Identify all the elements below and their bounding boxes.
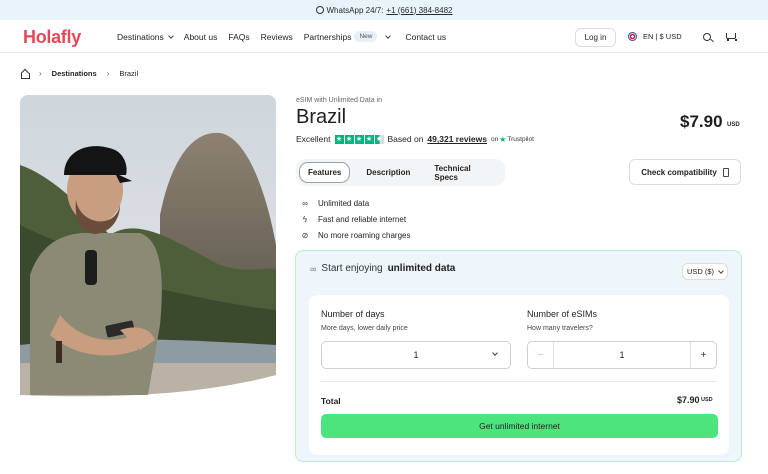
cart-icon[interactable] [725, 32, 737, 41]
chevron-down-icon [167, 32, 174, 39]
esims-quantity-value[interactable]: 1 [554, 342, 690, 368]
star-icon: ★ [354, 134, 364, 144]
search-icon[interactable] [703, 33, 711, 41]
days-select[interactable]: 1 [321, 341, 511, 369]
product-tabs: Features Description Technical Specs [296, 159, 505, 186]
breadcrumb-destinations[interactable]: Destinations [52, 69, 97, 78]
nav-partnerships[interactable]: Partnerships New [303, 31, 392, 42]
purchase-heading: ∞ Start enjoying unlimited data [310, 263, 455, 274]
reviews-link[interactable]: 49,321 reviews [427, 134, 487, 144]
product-hero-image [20, 95, 276, 405]
no-roaming-icon: ⊘ [301, 230, 309, 240]
holafly-logo[interactable]: Holafly [23, 27, 81, 48]
tab-technical-specs[interactable]: Technical Specs [426, 159, 497, 187]
star-icon: ★ [364, 134, 374, 144]
on-label: on [490, 135, 499, 143]
language-currency-label: EN | $ USD [643, 32, 682, 41]
nav-about-us[interactable]: About us [184, 31, 218, 42]
esims-label: Number of eSIMs [527, 309, 598, 319]
whatsapp-label: WhatsApp 24/7: [326, 5, 384, 15]
rating-stars: ★ ★ ★ ★ ★ [334, 134, 384, 144]
heading-strong: unlimited data [387, 263, 456, 274]
infinity-icon: ∞ [302, 198, 308, 208]
nav-reviews[interactable]: Reviews [261, 31, 293, 42]
trustpilot-text: Trustpilot [507, 135, 534, 143]
nav-destinations[interactable]: Destinations [117, 31, 174, 42]
currency-select-value: USD ($) [686, 267, 715, 276]
esims-hint: How many travelers? [527, 325, 593, 332]
announcement-bar: WhatsApp 24/7: +1 (661) 384-8482 [0, 0, 768, 20]
check-compatibility-button[interactable]: Check compatibility [629, 159, 741, 185]
chevron-down-icon [718, 267, 724, 274]
nav-label: Destinations [117, 31, 164, 42]
trustpilot-label: on ★ Trustpilot [491, 135, 534, 144]
tab-description[interactable]: Description [358, 163, 418, 182]
list-item: ⊘ No more roaming charges [300, 227, 411, 243]
half-star-icon: ★ [374, 134, 384, 144]
increment-button[interactable]: + [690, 342, 716, 368]
check-compatibility-label: Check compatibility [641, 167, 717, 177]
nav-label: Reviews [260, 31, 293, 42]
days-label: Number of days [321, 309, 385, 319]
trustpilot-star-icon: ★ [499, 134, 507, 144]
list-item: ϟ Fast and reliable internet [300, 211, 410, 227]
esims-quantity-stepper: − 1 + [527, 341, 717, 369]
based-on-label: Based on [387, 134, 424, 144]
breadcrumb-current: Brazil [119, 69, 139, 78]
star-icon: ★ [334, 134, 344, 144]
nav-label: Contact us [405, 31, 447, 42]
list-item: ∞ Unlimited data [300, 195, 410, 211]
price-currency: USD [727, 122, 740, 128]
phone-icon [722, 167, 729, 177]
bolt-icon: ϟ [302, 214, 308, 224]
page-title: Brazil [296, 106, 347, 128]
language-currency-selector[interactable]: EN | $ USD [628, 32, 682, 41]
nav-faqs[interactable]: FAQs [228, 31, 249, 42]
chevron-right-icon: › [106, 69, 110, 78]
whatsapp-icon [315, 6, 324, 14]
purchase-form: Number of days More days, lower daily pr… [309, 295, 729, 455]
chevron-down-icon [385, 32, 392, 39]
site-header: Holafly Destinations About us FAQs Revie… [0, 20, 768, 53]
get-unlimited-internet-button[interactable]: Get unlimited internet [321, 414, 718, 438]
currency-select[interactable]: USD ($) [682, 263, 728, 280]
star-icon: ★ [344, 134, 354, 144]
tab-features[interactable]: Features [299, 162, 351, 183]
product-subtitle: eSIM with Unlimited Data in [296, 97, 382, 104]
main-nav: Destinations About us FAQs Reviews Partn… [117, 31, 457, 42]
uk-flag-icon [628, 32, 637, 41]
days-select-value: 1 [413, 350, 419, 360]
heading-prefix: Start enjoying [321, 263, 383, 274]
chevron-down-icon [492, 350, 498, 356]
login-button[interactable]: Log in [575, 28, 616, 47]
divider [321, 381, 717, 382]
nav-label: Partnerships [303, 31, 352, 42]
home-icon[interactable] [20, 70, 30, 79]
new-badge: New [354, 31, 378, 42]
rating-summary: Excellent ★ ★ ★ ★ ★ Based on 49,321 revi… [296, 134, 534, 144]
whatsapp-phone-link[interactable]: +1 (661) 384-8482 [386, 6, 452, 15]
total-value: $7.90 [677, 395, 700, 405]
feature-label: Fast and reliable internet [318, 214, 407, 224]
rating-word: Excellent [296, 134, 331, 144]
purchase-panel: ∞ Start enjoying unlimited data USD ($) … [295, 250, 742, 462]
product-price: $7.90 [680, 112, 723, 131]
nav-label: About us [183, 31, 218, 42]
feature-label: Unlimited data [318, 198, 370, 208]
breadcrumb: › Destinations › Brazil [20, 69, 139, 79]
nav-label: FAQs [228, 31, 250, 42]
feature-label: No more roaming charges [318, 230, 411, 240]
chevron-right-icon: › [39, 69, 42, 78]
total-label: Total [321, 396, 341, 406]
total-currency: USD [701, 397, 713, 403]
decrement-button[interactable]: − [528, 342, 554, 368]
days-hint: More days, lower daily price [321, 325, 408, 332]
nav-contact-us[interactable]: Contact us [405, 31, 446, 42]
feature-list: ∞ Unlimited data ϟ Fast and reliable int… [300, 195, 411, 243]
infinity-icon: ∞ [310, 263, 317, 274]
